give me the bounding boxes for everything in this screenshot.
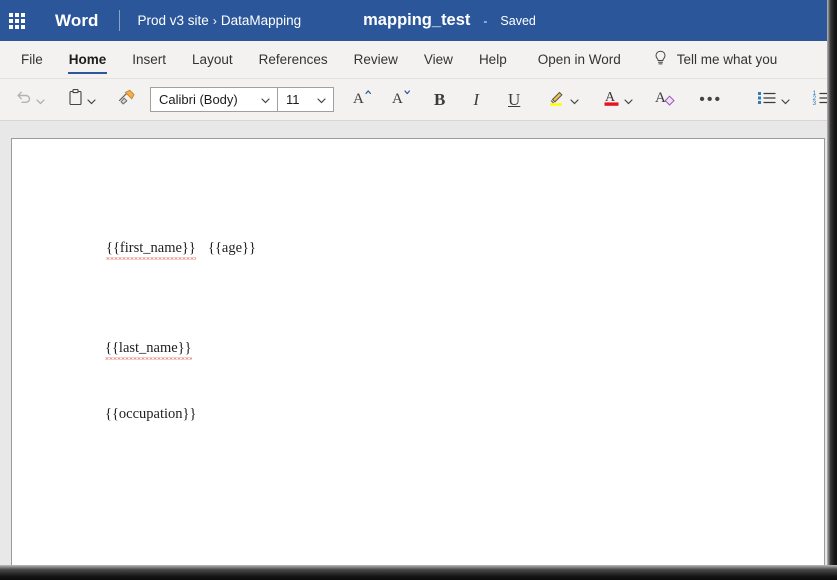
highlight-chevron-down-icon[interactable] — [569, 94, 580, 105]
placeholder-occupation-text: {{occupation}} — [105, 406, 197, 422]
tab-file[interactable]: File — [8, 41, 56, 78]
italic-icon: I — [473, 90, 480, 109]
text-highlight-icon — [547, 87, 567, 112]
font-name-value: Calibri (Body) — [159, 92, 238, 107]
font-size-select[interactable]: 11 — [277, 88, 333, 111]
document-title[interactable]: mapping_test — [363, 11, 470, 30]
format-painter-icon — [116, 88, 137, 112]
bullet-list-chevron-down-icon[interactable] — [780, 94, 791, 105]
open-in-word-button[interactable]: Open in Word — [520, 41, 639, 78]
format-painter-button[interactable] — [112, 85, 141, 115]
waffle-grid — [9, 12, 25, 29]
clear-formatting-button[interactable]: A — [651, 85, 680, 115]
italic-button[interactable]: I — [469, 85, 483, 115]
window-right-edge — [827, 0, 837, 580]
app-name-label[interactable]: Word — [55, 11, 99, 31]
app-launcher-waffle-icon[interactable] — [0, 0, 34, 41]
numbered-list-icon: 1 2 3 — [812, 88, 827, 112]
ribbon-tab-bar: File Home Insert Layout References Revie… — [0, 41, 827, 79]
font-controls: Calibri (Body) 11 — [150, 87, 334, 112]
numbered-list-button[interactable]: 1 2 3 — [808, 85, 827, 115]
ellipsis-icon: ••• — [699, 90, 723, 108]
tab-references[interactable]: References — [246, 41, 341, 78]
title-dash: - — [483, 13, 488, 28]
save-status-label[interactable]: Saved — [500, 14, 535, 28]
shrink-font-button[interactable]: A — [387, 85, 417, 115]
text-highlight-button[interactable] — [543, 85, 584, 115]
home-ribbon-toolbar: Calibri (Body) 11 A A B I U A A ••• 1 2 … — [0, 79, 827, 121]
svg-text:A: A — [392, 91, 403, 107]
document-canvas[interactable]: {{first_name}} {{age}} {{last_name}} {{o… — [0, 121, 827, 565]
font-size-chevron-down-icon[interactable] — [316, 94, 327, 105]
shrink-font-icon: A — [391, 87, 413, 112]
placeholder-last-name[interactable]: {{last_name}} — [105, 340, 192, 360]
window-bottom-edge — [0, 565, 837, 580]
tab-insert[interactable]: Insert — [119, 41, 179, 78]
document-page[interactable]: {{first_name}} {{age}} {{last_name}} {{o… — [11, 138, 825, 565]
undo-chevron-down-icon[interactable] — [35, 94, 46, 105]
bold-button[interactable]: B — [430, 85, 449, 115]
grow-font-icon: A — [352, 87, 374, 112]
tab-home[interactable]: Home — [56, 41, 120, 78]
undo-icon — [14, 88, 33, 112]
svg-text:A: A — [655, 90, 666, 106]
tab-view[interactable]: View — [411, 41, 466, 78]
bullet-list-button[interactable] — [752, 85, 795, 115]
more-options-button[interactable]: ••• — [695, 85, 726, 115]
underline-icon: U — [508, 90, 521, 109]
tell-me-search[interactable]: Tell me what you — [639, 41, 778, 78]
placeholder-last-name-text: {{last_name}} — [105, 340, 192, 360]
breadcrumb[interactable]: Prod v3 site › DataMapping — [138, 13, 302, 28]
bold-icon: B — [434, 90, 446, 109]
breadcrumb-folder[interactable]: DataMapping — [221, 13, 301, 28]
lightbulb-icon — [653, 50, 668, 69]
placeholder-first-name-text: {{first_name}} — [106, 240, 196, 260]
title-bar: Word Prod v3 site › DataMapping mapping_te… — [0, 0, 827, 41]
placeholder-first-name[interactable]: {{first_name}} — [106, 240, 196, 260]
paste-chevron-down-icon[interactable] — [86, 94, 97, 105]
paste-button[interactable] — [63, 85, 101, 115]
tell-me-label[interactable]: Tell me what you — [677, 52, 778, 67]
font-name-chevron-down-icon[interactable] — [260, 94, 271, 105]
font-name-select[interactable]: Calibri (Body) — [151, 88, 277, 111]
placeholder-occupation[interactable]: {{occupation}} — [105, 406, 196, 423]
font-size-value: 11 — [286, 92, 300, 107]
font-color-button[interactable]: A — [599, 85, 638, 115]
undo-button[interactable] — [10, 85, 50, 115]
underline-button[interactable]: U — [504, 85, 524, 115]
breadcrumb-site[interactable]: Prod v3 site — [138, 13, 209, 28]
tab-help[interactable]: Help — [466, 41, 520, 78]
titlebar-divider — [118, 10, 120, 31]
grow-font-button[interactable]: A — [348, 85, 378, 115]
clear-formatting-icon: A — [655, 87, 676, 112]
breadcrumb-separator-icon: › — [212, 14, 217, 28]
font-color-chevron-down-icon[interactable] — [623, 94, 634, 105]
clipboard-paste-icon — [67, 88, 84, 112]
word-online-window: Word Prod v3 site › DataMapping mapping_te… — [0, 0, 837, 580]
tab-layout[interactable]: Layout — [179, 41, 246, 78]
font-color-icon: A — [603, 87, 621, 112]
placeholder-age-text: {{age}} — [208, 240, 256, 256]
svg-text:3: 3 — [813, 100, 817, 107]
bullet-list-icon — [756, 88, 778, 112]
svg-text:A: A — [353, 91, 364, 107]
placeholder-age[interactable]: {{age}} — [208, 240, 256, 257]
tab-review[interactable]: Review — [341, 41, 411, 78]
